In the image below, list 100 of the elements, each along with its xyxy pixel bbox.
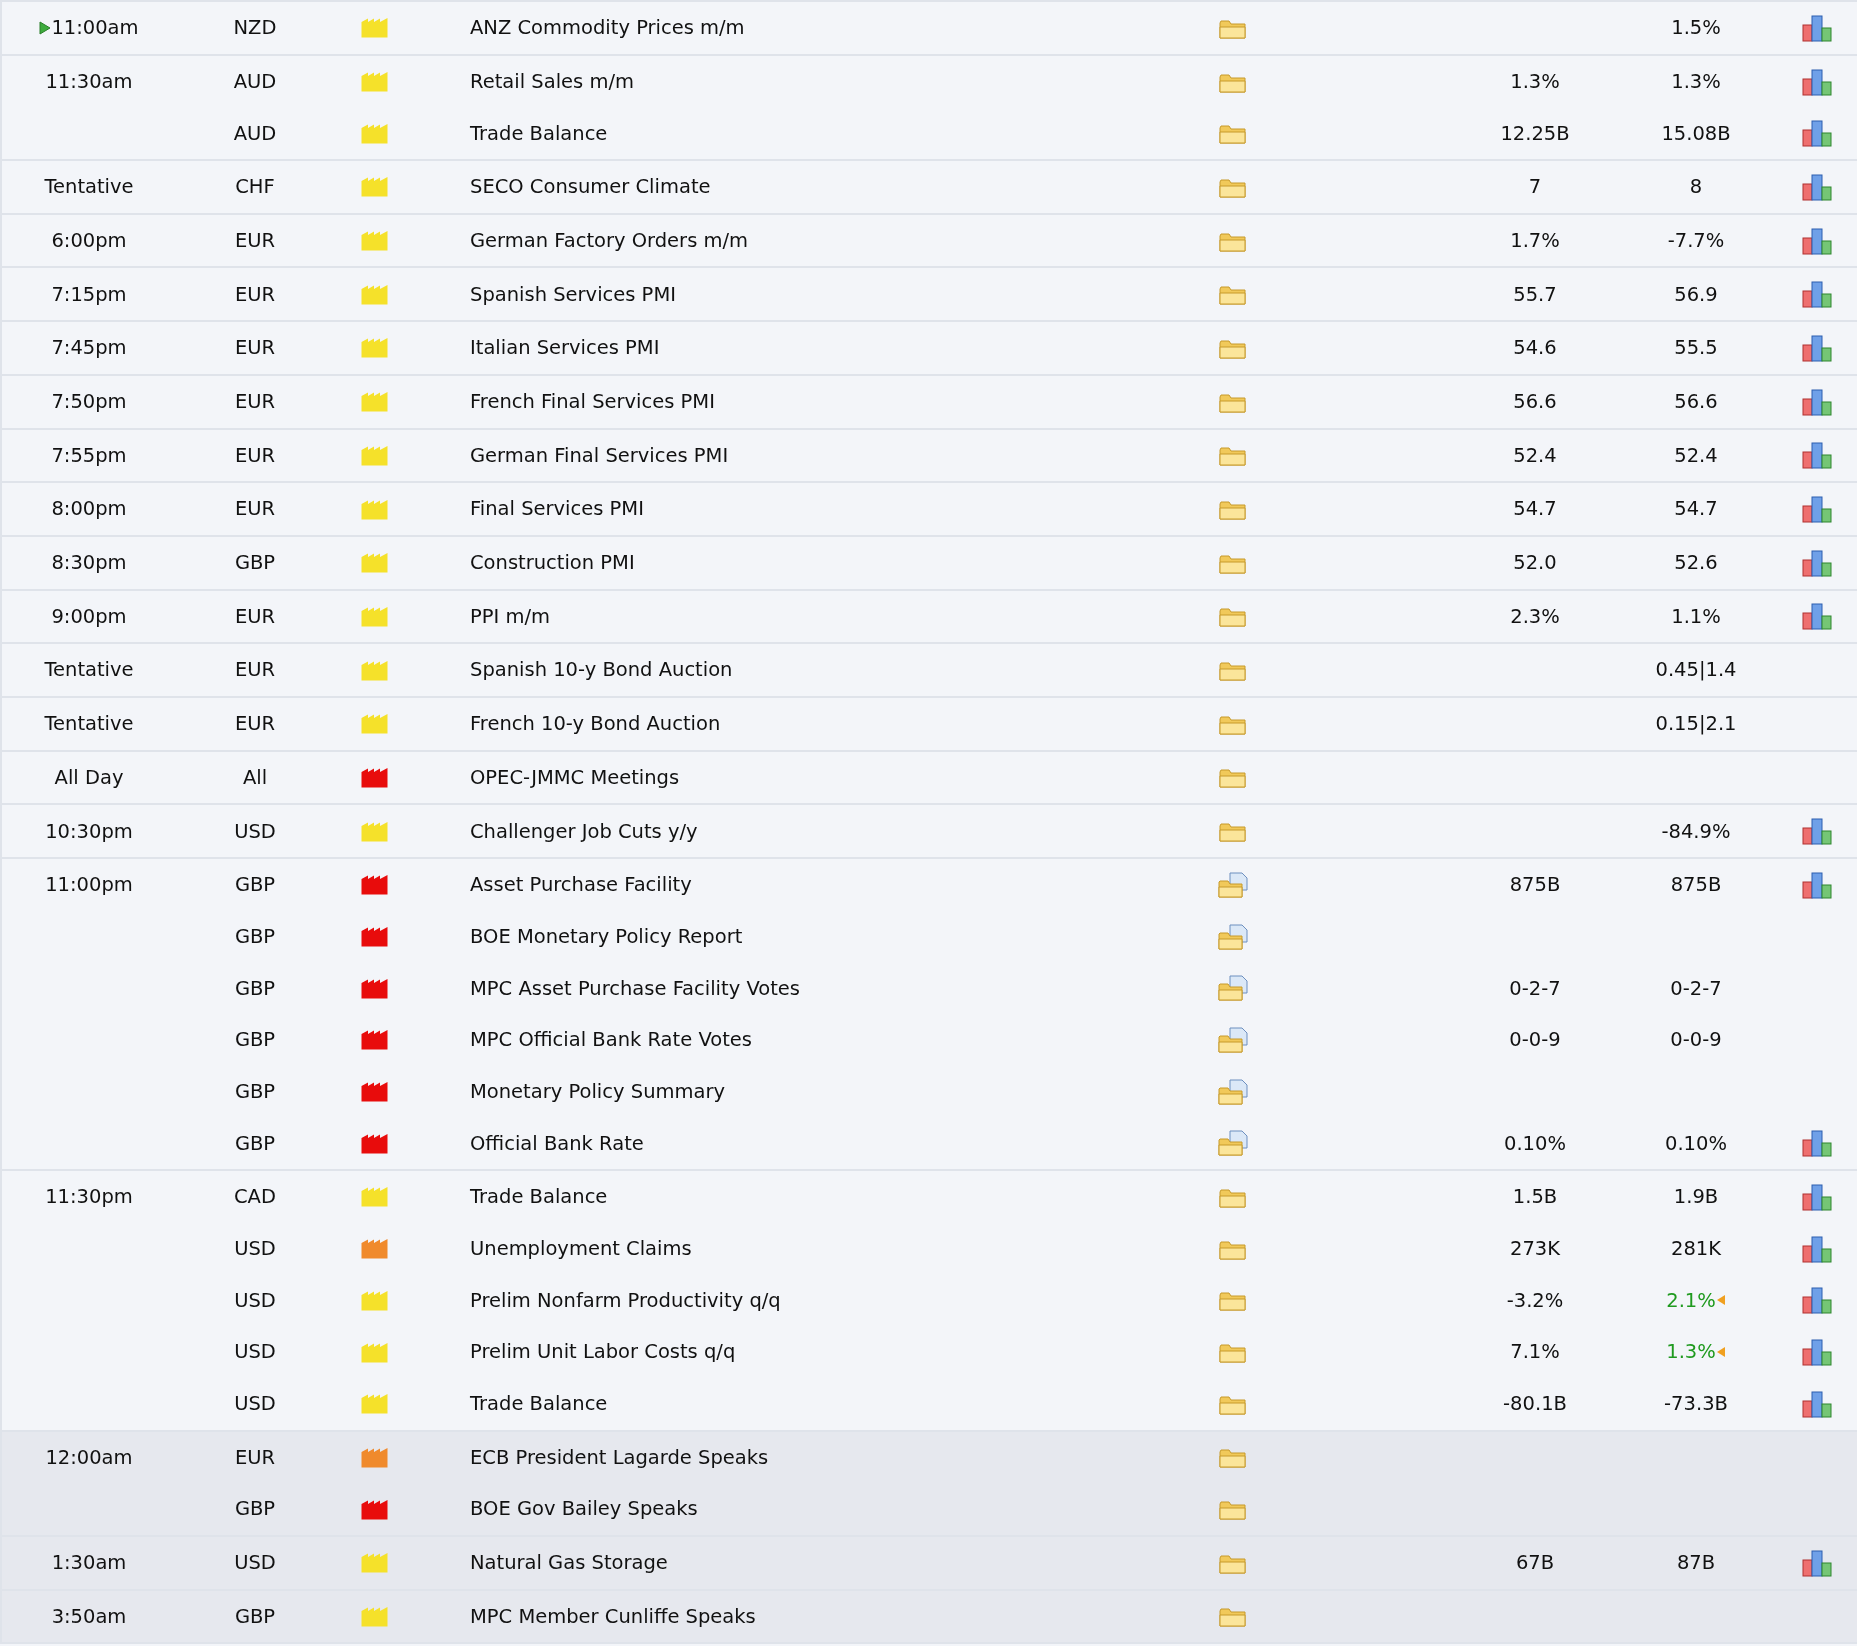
event-title: Natural Gas Storage [469, 1550, 668, 1577]
bar-chart-icon[interactable] [1802, 1182, 1832, 1211]
left-triangle-icon [1715, 1294, 1726, 1307]
currency-label: EUR [234, 227, 276, 254]
currency-label: USD [234, 1236, 276, 1263]
bar-chart-icon[interactable] [1802, 67, 1832, 96]
bar-chart-icon[interactable] [1802, 870, 1832, 899]
bar-chart-icon[interactable] [1802, 280, 1832, 309]
currency-label: All [242, 764, 268, 791]
event-title: BOE Gov Bailey Speaks [469, 1496, 698, 1523]
bar-chart-icon[interactable] [1802, 172, 1832, 201]
currency-label: EUR [234, 389, 276, 416]
event-title: Spanish 10-y Bond Auction [469, 657, 733, 684]
table-cell: 54.7 [1513, 497, 1557, 521]
currency-label: GBP [234, 1078, 276, 1105]
bar-chart-icon[interactable] [1802, 119, 1832, 148]
currency-label: EUR [234, 335, 276, 362]
table-cell: 7 [1528, 175, 1542, 199]
folder-document-icon[interactable] [1217, 1026, 1248, 1053]
event-title: PPI m/m [469, 603, 551, 630]
bar-chart-icon[interactable] [1802, 1234, 1832, 1263]
folder-document-icon[interactable] [1217, 1078, 1248, 1105]
event-title: Monetary Policy Summary [469, 1078, 725, 1105]
event-time: 7:15pm [51, 281, 127, 308]
event-time: Tentative [44, 657, 134, 684]
event-title: German Final Services PMI [469, 442, 729, 469]
table-cell-text: 54.7 [1674, 496, 1718, 523]
table-cell: 55.7 [1513, 282, 1557, 306]
event-time: 9:00pm [51, 603, 127, 630]
table-cell-text: 1.5% [1671, 15, 1721, 42]
table-cell-text: 15.08B [1661, 120, 1731, 147]
table-cell-text: 55.5 [1674, 335, 1718, 362]
currency-label: NZD [233, 15, 277, 42]
bar-chart-icon[interactable] [1802, 1338, 1832, 1367]
event-title: Trade Balance [469, 120, 608, 147]
bar-chart-icon[interactable] [1802, 333, 1832, 362]
bar-chart-icon[interactable] [1802, 1286, 1832, 1315]
bar-chart-icon[interactable] [1802, 548, 1832, 577]
event-title: BOE Monetary Policy Report [469, 923, 743, 950]
table-cell: 2.3% [1510, 604, 1560, 628]
table-cell-text: 1.1% [1671, 603, 1721, 630]
folder-document-icon[interactable] [1217, 871, 1248, 898]
folder-document-icon[interactable] [1217, 923, 1248, 950]
currency-label: GBP [234, 1027, 276, 1054]
bar-chart-icon[interactable] [1802, 13, 1832, 42]
bar-chart-icon[interactable] [1802, 226, 1832, 255]
table-cell: 54.6 [1513, 336, 1557, 360]
event-time: 10:30pm [45, 818, 133, 845]
bar-chart-icon[interactable] [1802, 441, 1832, 470]
table-cell-text: 0.15|2.1 [1655, 711, 1737, 738]
table-cell: 1.3% [1510, 69, 1560, 93]
event-time: 8:00pm [51, 496, 127, 523]
table-cell: 52.0 [1513, 551, 1557, 575]
table-cell-text: 8 [1689, 174, 1703, 201]
event-title: Challenger Job Cuts y/y [469, 818, 698, 845]
currency-label: EUR [234, 711, 276, 738]
event-title: French Final Services PMI [469, 389, 715, 416]
event-title: French 10-y Bond Auction [469, 711, 721, 738]
bar-chart-icon[interactable] [1802, 602, 1832, 631]
event-time: 11:30am [45, 68, 133, 95]
table-cell-text: -73.3B [1664, 1391, 1728, 1418]
table-cell-text: 1.3% [1671, 68, 1721, 95]
currency-label: GBP [234, 1130, 276, 1157]
left-triangle-icon [1715, 1346, 1726, 1359]
table-cell: 0.10% [1504, 1131, 1566, 1155]
event-title: ANZ Commodity Prices m/m [469, 15, 745, 42]
table-cell-text: 1.9B [1673, 1184, 1719, 1211]
currency-label: EUR [234, 1444, 276, 1471]
currency-label: AUD [233, 68, 277, 95]
folder-document-icon[interactable] [1217, 975, 1248, 1002]
bar-chart-icon[interactable] [1802, 1129, 1832, 1158]
bar-chart-icon[interactable] [1802, 817, 1832, 846]
currency-label: EUR [234, 603, 276, 630]
event-time: 1:30am [51, 1550, 127, 1577]
event-time: Tentative [44, 711, 134, 738]
bar-chart-icon[interactable] [1802, 1389, 1832, 1418]
table-cell-text: 1.3% [1666, 1339, 1716, 1366]
event-time: 3:50am [51, 1603, 127, 1630]
currency-label: USD [234, 1550, 276, 1577]
table-cell-text: 0-2-7 [1670, 975, 1722, 1002]
table-cell: 7.1% [1510, 1340, 1560, 1364]
event-title: Asset Purchase Facility [469, 872, 692, 899]
table-cell: 12.25B [1500, 121, 1570, 145]
event-title: Final Services PMI [469, 496, 644, 523]
table-cell: -80.1B [1503, 1392, 1567, 1416]
event-title: MPC Asset Purchase Facility Votes [469, 975, 800, 1002]
event-title: MPC Official Bank Rate Votes [469, 1027, 752, 1054]
event-title: Unemployment Claims [469, 1236, 692, 1263]
table-cell-text: -84.9% [1661, 818, 1731, 845]
event-title: SECO Consumer Climate [469, 174, 711, 201]
table-cell: 56.6 [1513, 390, 1557, 414]
event-time: Tentative [44, 174, 134, 201]
bar-chart-icon[interactable] [1802, 495, 1832, 524]
event-title: OPEC-JMMC Meetings [469, 764, 680, 791]
currency-label: GBP [234, 550, 276, 577]
bar-chart-icon[interactable] [1802, 1548, 1832, 1577]
currency-label: USD [234, 818, 276, 845]
folder-document-icon[interactable] [1217, 1130, 1248, 1157]
table-cell-text: 56.6 [1674, 389, 1718, 416]
bar-chart-icon[interactable] [1802, 387, 1832, 416]
